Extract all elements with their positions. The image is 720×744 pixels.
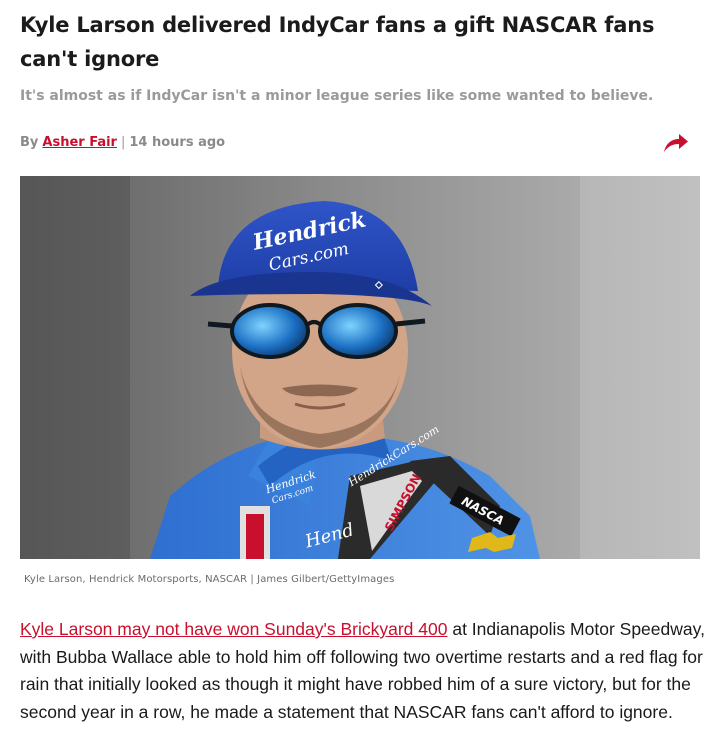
article-body: Kyle Larson may not have won Sunday's Br… <box>20 616 710 726</box>
share-arrow-icon[interactable] <box>662 130 690 154</box>
photo-caption: Kyle Larson, Hendrick Motorsports, NASCA… <box>24 574 395 585</box>
author-link[interactable]: Asher Fair <box>42 135 117 150</box>
article-subheadline: It's almost as if IndyCar isn't a minor … <box>20 88 654 104</box>
byline-prefix: By <box>20 134 39 150</box>
article-headline: Kyle Larson delivered IndyCar fans a gif… <box>20 13 655 71</box>
byline: By Asher Fair | 14 hours ago <box>20 131 225 153</box>
publish-time: 14 hours ago <box>129 134 226 150</box>
svg-text:⬦: ⬦ <box>374 278 383 291</box>
brickyard-article-link[interactable]: Kyle Larson may not have won Sunday's Br… <box>20 619 447 639</box>
article-photo: SIMPSON Hendrick Cars.com ⬦ HendrickCars… <box>20 176 700 559</box>
byline-separator: | <box>120 134 126 150</box>
